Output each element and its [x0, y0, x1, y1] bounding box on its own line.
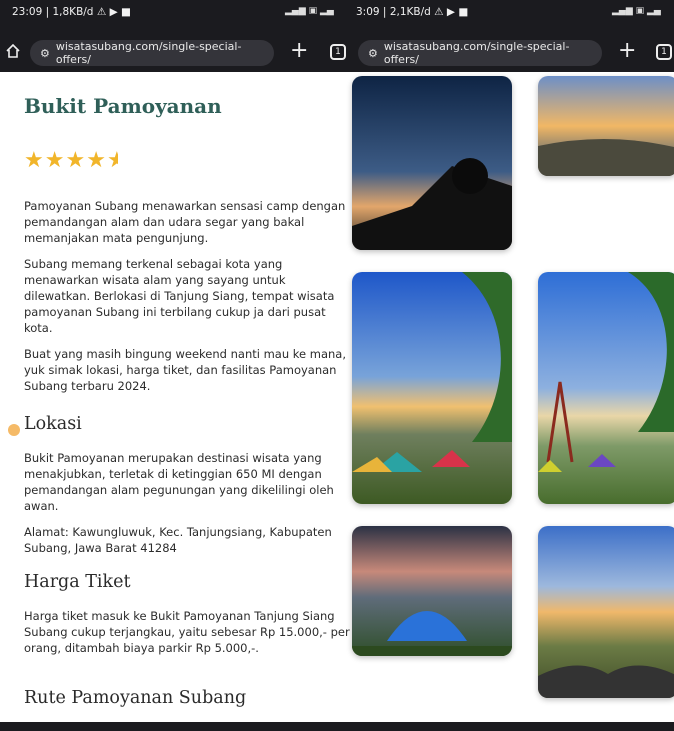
star-icon: ★	[86, 148, 107, 173]
lokasi-address: Alamat: Kawungluwuk, Kec. Tanjungsiang, …	[24, 525, 332, 555]
page-title: Bukit Pamoyanan	[24, 94, 222, 118]
new-tab-button[interactable]: +	[618, 38, 636, 63]
address-bar-right[interactable]: ⚙ wisatasubang.com/single-special-offers…	[358, 40, 602, 66]
intro-paragraph: Subang memang terkenal sebagai kota yang…	[24, 257, 335, 335]
lokasi-description: Bukit Pamoyanan merupakan destinasi wisa…	[24, 451, 334, 513]
gallery-photo[interactable]	[538, 526, 674, 698]
status-icons-left: ⚠ ▶ ■	[96, 6, 131, 18]
star-icon: ★	[65, 148, 87, 173]
gallery-photo[interactable]	[352, 526, 512, 656]
url-text-left: wisatasubang.com/single-special-offers/	[55, 40, 242, 66]
page-content: Bukit Pamoyanan ★★★★★ Pamoyanan Subang m…	[0, 72, 674, 722]
site-settings-icon[interactable]: ⚙	[368, 47, 378, 60]
status-time-right: 3:09	[356, 6, 380, 18]
harga-description: Harga tiket masuk ke Bukit Pamoyanan Tan…	[24, 609, 350, 655]
star-icon: ★	[24, 148, 45, 173]
new-tab-button[interactable]: +	[290, 38, 308, 63]
gallery-photo[interactable]	[352, 272, 512, 504]
browser-top-bar: 23:09 | 1,8KB/d ⚠ ▶ ■ ▂▄▆ ▣ ▂▄ 3:09 | 2,…	[0, 0, 674, 72]
url-text-right: wisatasubang.com/single-special-offers/	[383, 40, 570, 66]
status-bar-left: 23:09 | 1,8KB/d ⚠ ▶ ■	[12, 6, 131, 18]
tab-switcher-button[interactable]: 1	[656, 44, 672, 60]
gallery-photo[interactable]	[352, 76, 512, 250]
rating-stars: ★★★★★	[24, 148, 118, 173]
navigation-bar	[0, 722, 674, 731]
section-heading-lokasi: Lokasi	[24, 414, 82, 434]
status-bar-right: 3:09 | 2,1KB/d ⚠ ▶ ■	[356, 6, 469, 18]
intro-paragraph: Buat yang masih bingung weekend nanti ma…	[24, 347, 347, 393]
scroll-marker-icon[interactable]	[8, 424, 20, 436]
section-heading-rute: Rute Pamoyanan Subang	[24, 688, 247, 708]
address-bar-left[interactable]: ⚙ wisatasubang.com/single-special-offers…	[30, 40, 274, 66]
status-speed-left: 1,8KB/d	[52, 6, 94, 18]
gallery-photo[interactable]	[538, 76, 674, 176]
screenshot-frame: 23:09 | 1,8KB/d ⚠ ▶ ■ ▂▄▆ ▣ ▂▄ 3:09 | 2,…	[0, 0, 674, 731]
tab-switcher-button[interactable]: 1	[330, 44, 346, 60]
signal-icon: ▂▄▆ ▣ ▂▄	[612, 6, 661, 16]
section-heading-harga: Harga Tiket	[24, 572, 131, 592]
site-settings-icon[interactable]: ⚙	[40, 47, 50, 60]
star-icon: ★	[44, 148, 66, 173]
status-time-left: 23:09	[12, 6, 43, 18]
status-speed-right: 2,1KB/d	[389, 6, 431, 18]
intro-paragraph: Pamoyanan Subang menawarkan sensasi camp…	[24, 199, 346, 245]
gallery-photo[interactable]	[538, 272, 674, 504]
status-icons-right: ⚠ ▶ ■	[434, 6, 469, 18]
signal-icon: ▂▄▆ ▣ ▂▄	[285, 6, 334, 16]
half-star-icon: ★	[106, 148, 118, 173]
home-icon[interactable]	[6, 44, 20, 58]
